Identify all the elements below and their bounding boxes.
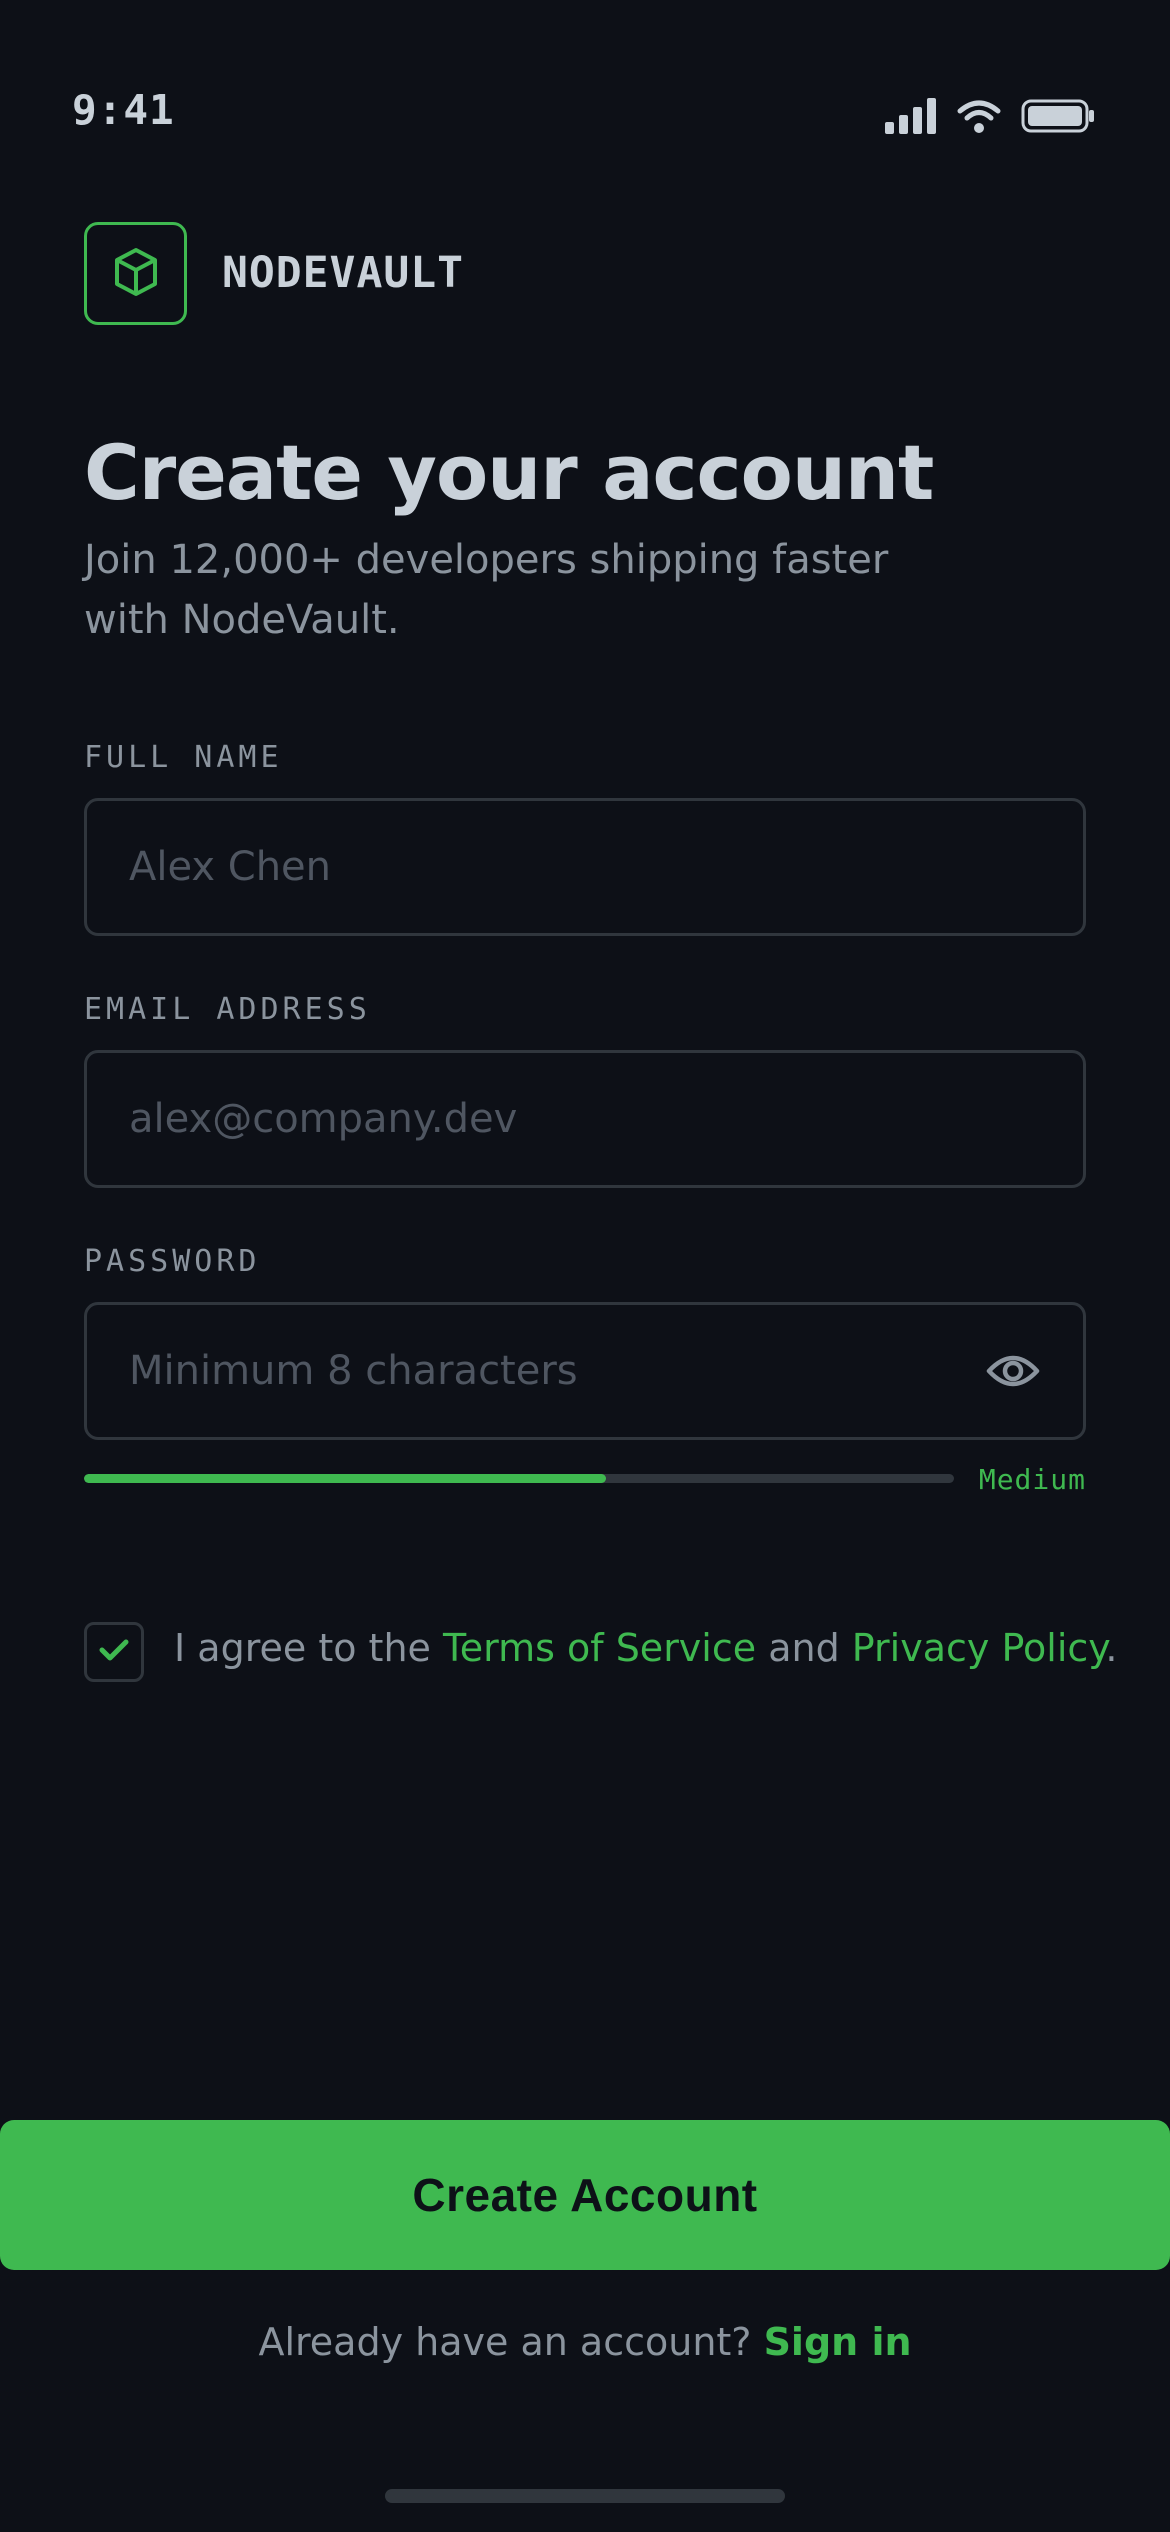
agreement-middle: and [756, 1626, 852, 1670]
signin-prompt-text: Already have an account? [258, 2320, 764, 2364]
signin-prompt: Already have an account? Sign in [0, 2320, 1170, 2364]
password-strength-meter [84, 1474, 954, 1483]
password-label: PASSWORD [84, 1244, 261, 1279]
password-field [84, 1302, 1086, 1440]
page-title: Create your account [84, 428, 934, 517]
cube-icon [113, 247, 159, 301]
password-strength-fill [84, 1474, 606, 1483]
full-name-input[interactable] [87, 801, 1083, 933]
create-account-button[interactable]: Create Account [0, 2120, 1170, 2270]
agreement-prefix: I agree to the [174, 1626, 443, 1670]
status-icons [885, 98, 1095, 134]
password-input[interactable] [87, 1305, 1083, 1437]
privacy-policy-link[interactable]: Privacy Policy [852, 1626, 1106, 1670]
show-password-button[interactable] [985, 1349, 1041, 1397]
terms-agreement-text: I agree to the Terms of Service and Priv… [174, 1626, 1117, 1670]
terms-of-service-link[interactable]: Terms of Service [443, 1626, 756, 1670]
terms-checkbox[interactable] [84, 1622, 144, 1682]
email-input[interactable] [87, 1053, 1083, 1185]
wifi-icon [957, 98, 1001, 134]
full-name-field [84, 798, 1086, 936]
home-indicator[interactable] [385, 2489, 785, 2503]
full-name-label: FULL NAME [84, 740, 283, 775]
email-field [84, 1050, 1086, 1188]
brand-name: NODEVAULT [222, 248, 464, 298]
password-strength-label: Medium [978, 1463, 1086, 1496]
page-subtitle: Join 12,000+ developers shipping faster … [84, 537, 889, 643]
eye-icon [986, 1351, 1040, 1395]
agreement-suffix: . [1105, 1626, 1118, 1670]
email-label: EMAIL ADDRESS [84, 992, 371, 1027]
checkmark-icon [99, 1638, 129, 1666]
status-time: 9:41 [72, 86, 175, 134]
battery-icon [1021, 98, 1095, 134]
brand-logo [84, 222, 187, 325]
sign-in-link[interactable]: Sign in [764, 2320, 912, 2364]
cellular-signal-icon [885, 98, 937, 134]
